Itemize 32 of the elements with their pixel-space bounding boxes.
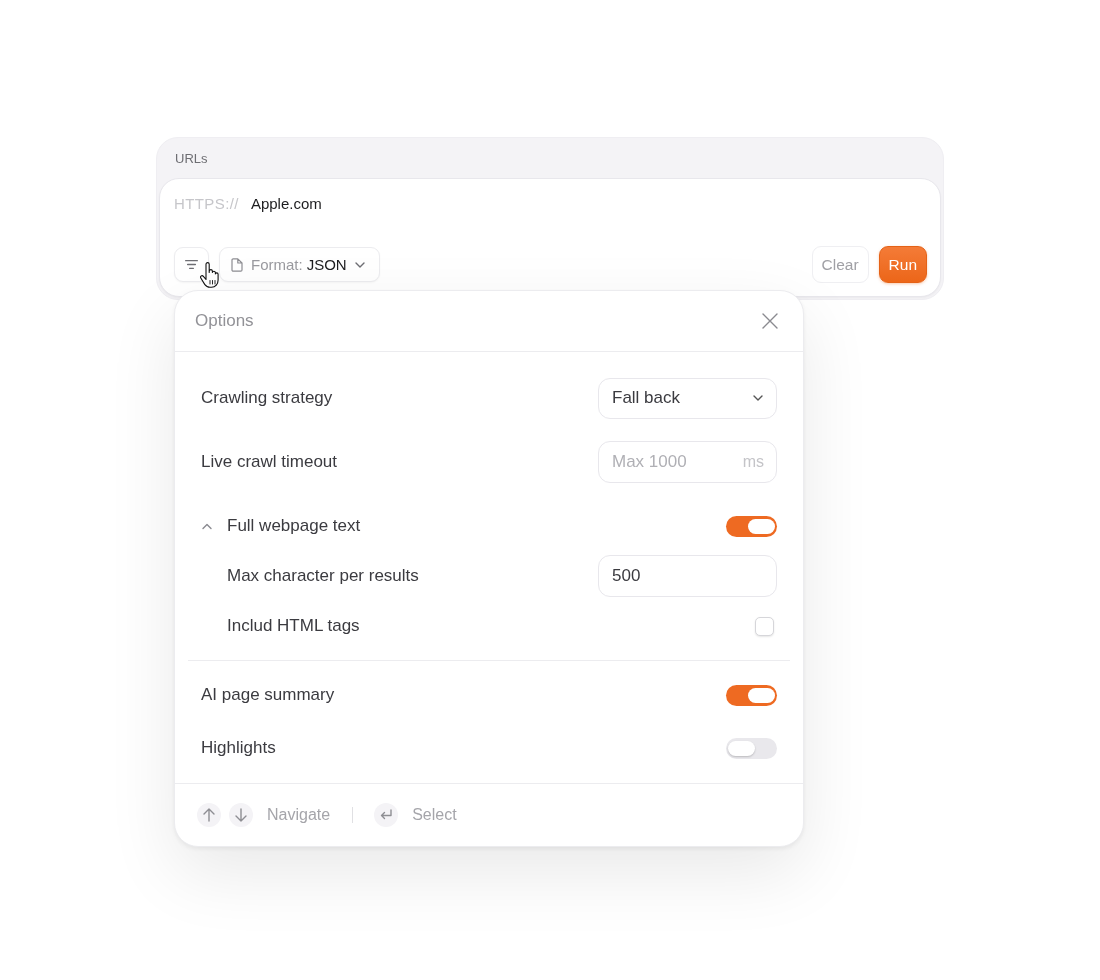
setting-label: Crawling strategy [201, 388, 333, 408]
toggle-switch[interactable] [726, 737, 777, 759]
url-prefix: HTTPS:// [174, 194, 239, 212]
setting-label: Highlights [201, 738, 276, 758]
unit-suffix: ms [742, 453, 764, 471]
input-field[interactable]: 500 [598, 555, 777, 597]
chevron-down-icon [354, 261, 365, 268]
shortcut-hint: Navigate [267, 806, 331, 824]
arrow-down-icon [229, 803, 253, 827]
dropdown-select[interactable]: Fall back [598, 377, 777, 419]
url-input[interactable]: Apple.com [250, 192, 771, 214]
shortcut-hint: Select [412, 806, 457, 824]
filter-icon [185, 260, 198, 269]
toggle-switch[interactable] [726, 684, 777, 706]
close-icon [762, 313, 778, 329]
format-dropdown[interactable]: Format: JSON [219, 247, 380, 282]
enter-key-icon [374, 803, 399, 827]
checkbox[interactable] [755, 616, 774, 636]
setting-label: Live crawl timeout [201, 452, 338, 472]
file-icon [231, 257, 243, 272]
setting-label: Max character per results [227, 566, 419, 586]
arrow-up-icon [197, 803, 221, 827]
filter-button[interactable] [174, 247, 209, 282]
toggle-switch[interactable] [726, 515, 777, 537]
chevron-up-icon[interactable] [201, 522, 213, 530]
chevron-down-icon [753, 395, 763, 401]
hand-cursor-icon [199, 262, 219, 288]
setting-label: AI page summary [201, 685, 335, 705]
panel-title: Options [195, 311, 254, 331]
setting-label: Includ HTML tags [227, 616, 360, 636]
setting-label: Full webpage text [227, 516, 361, 536]
card-label: URLs [175, 150, 208, 166]
